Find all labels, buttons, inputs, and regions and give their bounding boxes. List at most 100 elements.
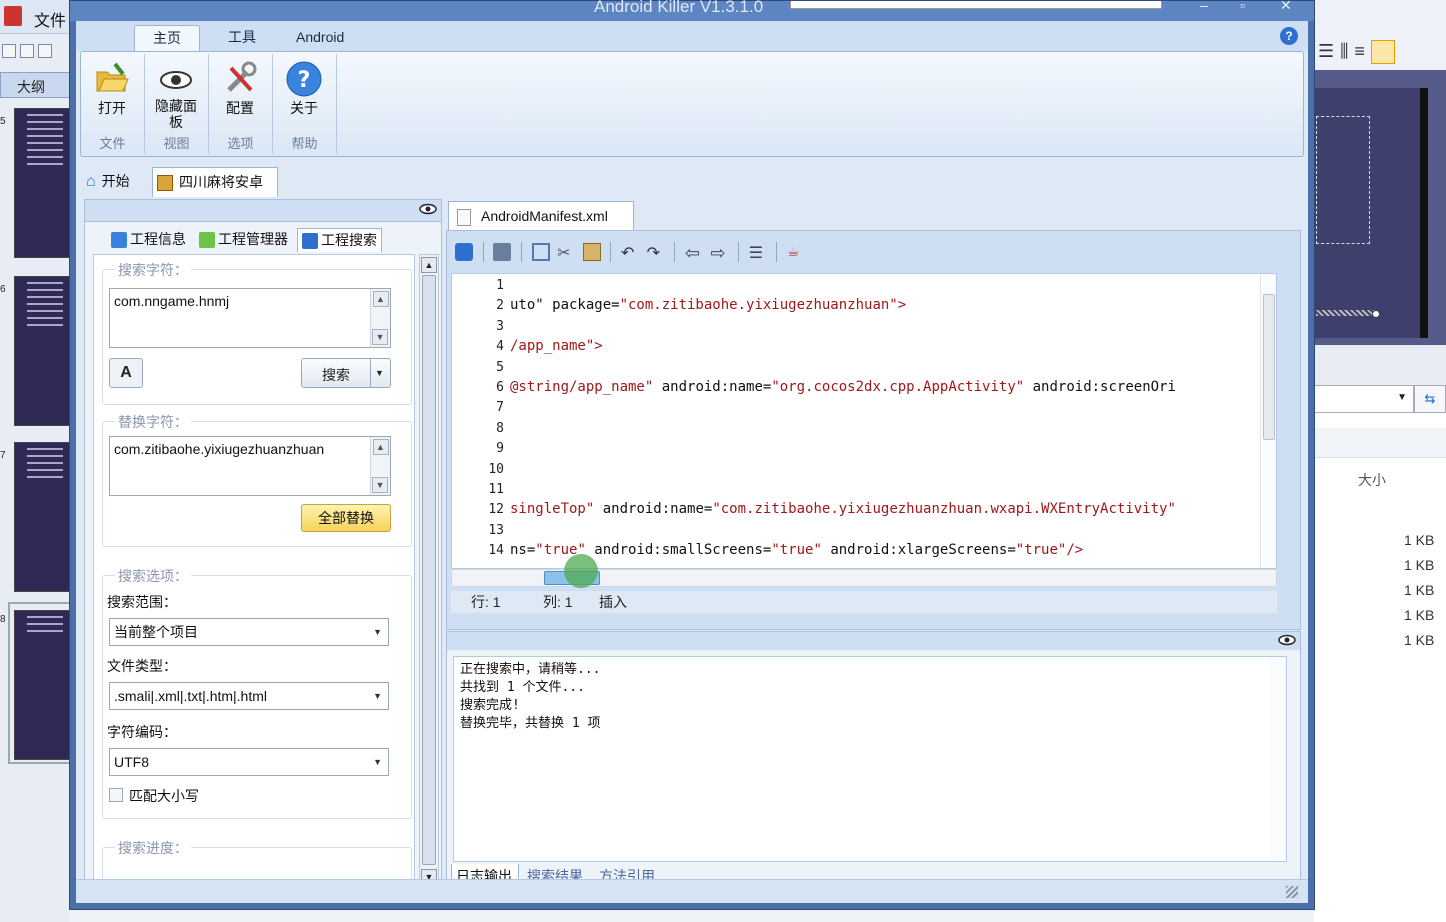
search-button[interactable]: 搜索 ▼ <box>301 358 391 388</box>
redo-icon[interactable]: ↷ <box>647 243 665 262</box>
refresh-button[interactable]: ⇆ <box>1414 385 1446 413</box>
code-line[interactable]: 4/app_name"> <box>452 336 603 356</box>
code-line[interactable]: 14 ns="true" android:smallScreens="true" … <box>452 540 1083 560</box>
config-button[interactable]: 配置 <box>209 58 271 126</box>
size-column-header[interactable]: 大小 <box>1358 470 1386 490</box>
line-number: 13 <box>488 522 504 538</box>
match-case-checkbox[interactable] <box>109 788 123 802</box>
slide-canvas[interactable] <box>1314 70 1446 345</box>
tab-android[interactable]: Android <box>278 25 362 51</box>
slide-thumbnail[interactable] <box>14 276 70 426</box>
search-input[interactable]: com.nngame.hnmj ▲ ▼ <box>109 288 391 348</box>
hide-panel-button[interactable]: 隐藏面板 <box>145 58 207 130</box>
open-button[interactable]: 打开 <box>81 58 143 126</box>
forward-icon[interactable]: ⇨ <box>711 243 729 263</box>
font-icon[interactable]: A <box>109 358 143 388</box>
code-horizontal-scrollbar[interactable] <box>451 554 1277 588</box>
panel-scrollbar[interactable]: ▲ ▼ <box>419 254 439 888</box>
outline-tab-label: 大纲 <box>17 79 45 95</box>
save-icon[interactable] <box>493 243 512 261</box>
scope-select[interactable]: 当前整个项目 ▼ <box>109 618 389 646</box>
config-button-label: 配置 <box>226 100 254 116</box>
code-line[interactable]: 5 <box>452 357 504 377</box>
filetype-select[interactable]: .smali|.xml|.txt|.htm|.html ▼ <box>109 682 389 710</box>
copy-icon[interactable] <box>531 243 550 261</box>
new-file-icon[interactable] <box>2 44 16 58</box>
tab-project-manager[interactable]: 工程管理器 <box>195 228 292 252</box>
eye-icon[interactable] <box>1278 634 1296 646</box>
tab-home[interactable]: 主页 <box>134 25 200 51</box>
code-line[interactable]: 13 <box>452 520 504 540</box>
lock-icon[interactable] <box>455 243 473 261</box>
list-icon[interactable]: ≡ <box>1354 41 1371 61</box>
file-size: 1 KB <box>1404 532 1435 548</box>
back-icon[interactable]: ⇦ <box>685 243 703 263</box>
java-icon[interactable]: ☕ <box>787 243 805 261</box>
output-header <box>447 632 1300 650</box>
code-line[interactable]: 3 <box>452 316 504 336</box>
close-button[interactable]: ✕ <box>1280 0 1292 14</box>
chevron-down-icon[interactable]: ▼ <box>370 359 388 387</box>
encoding-select[interactable]: UTF8 ▼ <box>109 748 389 776</box>
columns-icon[interactable]: ⫼ <box>1340 41 1354 61</box>
format-icon[interactable]: ☰ <box>749 243 767 262</box>
code-line[interactable]: 8 <box>452 418 504 438</box>
tab-tools[interactable]: 工具 <box>210 25 274 51</box>
open-folder-icon[interactable] <box>20 44 34 58</box>
code-string: @string/app_name" <box>510 379 654 395</box>
tab-project-info[interactable]: 工程信息 <box>107 228 190 252</box>
code-line[interactable]: 6 @string/app_name" android:name="org.coc… <box>452 377 1176 397</box>
replace-input[interactable]: com.zitibaohe.yixiugezhuanzhuan ▲ ▼ <box>109 436 391 496</box>
replace-all-button[interactable]: 全部替换 <box>301 504 391 532</box>
code-editor[interactable]: 1 2 uto" package="com.zitibaohe.yixiugezhu… <box>451 273 1277 569</box>
about-button[interactable]: ? 关于 <box>273 58 335 126</box>
help-icon[interactable]: ? <box>1280 27 1298 45</box>
resize-grip-icon[interactable] <box>1286 886 1298 898</box>
slide-thumbnail[interactable] <box>14 610 70 760</box>
overlay-popup <box>790 1 1162 9</box>
code-line[interactable]: 11 <box>452 479 504 499</box>
highlighted-list-icon[interactable] <box>1370 40 1395 64</box>
background-dropdown[interactable]: ▼ <box>1314 385 1414 413</box>
editor-file-tab[interactable]: AndroidManifest.xml <box>448 201 634 231</box>
paste-icon[interactable] <box>582 243 601 261</box>
code-line[interactable]: 12 singleTop" android:name="com.zitibaohe… <box>452 499 1176 519</box>
slide-thumbnail[interactable] <box>14 108 70 258</box>
chevron-down-icon: ▼ <box>1397 392 1407 403</box>
maximize-button[interactable]: ▫ <box>1240 0 1245 13</box>
line-number: 7 <box>496 400 504 416</box>
tab-project-manager-label: 工程管理器 <box>218 231 288 247</box>
slide-number: 6 <box>0 284 6 295</box>
document-tabs: ⌂ 开始 四川麻将安卓 <box>76 163 1308 197</box>
minimize-button[interactable]: – <box>1200 0 1208 13</box>
eye-icon[interactable] <box>419 203 437 215</box>
code-line[interactable]: 10 <box>452 459 504 479</box>
outline-tab[interactable]: 大纲 <box>0 72 70 98</box>
output-scrollbar[interactable] <box>1270 657 1286 861</box>
code-line[interactable]: 2 uto" package="com.zitibaohe.yixiugezhua… <box>452 295 906 315</box>
scrollbar-thumb[interactable] <box>1263 294 1275 440</box>
scroll-up-icon[interactable]: ▲ <box>421 257 437 273</box>
code-line[interactable]: 7 <box>452 397 504 417</box>
slide-number: 8 <box>0 614 6 625</box>
tab-project-search[interactable]: 工程搜索 <box>297 228 382 252</box>
progress-section-label: 搜索进度： <box>115 838 191 858</box>
scrollbar-thumb[interactable] <box>422 275 436 865</box>
code-line[interactable]: 9 <box>452 438 504 458</box>
undo-icon[interactable]: ↶ <box>621 243 639 262</box>
slide-thumbnail[interactable] <box>14 442 70 592</box>
window-titlebar[interactable]: Android Killer V1.3.1.0 – ▫ ✕ <box>70 0 1314 21</box>
tab-start[interactable]: ⌂ 开始 <box>86 167 146 197</box>
align-icon[interactable]: ☰ <box>1318 41 1340 61</box>
cut-icon[interactable]: ✂ <box>557 243 575 262</box>
file-menu[interactable]: 文件 <box>34 7 66 31</box>
resize-handle[interactable] <box>1372 310 1380 318</box>
textarea-scrollbar[interactable]: ▲ ▼ <box>370 289 390 347</box>
log-output[interactable]: 正在搜索中，请稍等... 共找到 1 个文件... 搜索完成! 替换完毕，共替换… <box>453 656 1287 862</box>
textarea-scrollbar[interactable]: ▲ ▼ <box>370 437 390 495</box>
code-line[interactable]: 1 <box>452 275 504 295</box>
code-vertical-scrollbar[interactable] <box>1260 274 1276 568</box>
save-icon[interactable] <box>38 44 52 58</box>
background-ribbon: ☰⫼≡ <box>1314 0 1446 70</box>
tab-project[interactable]: 四川麻将安卓 <box>152 167 278 197</box>
